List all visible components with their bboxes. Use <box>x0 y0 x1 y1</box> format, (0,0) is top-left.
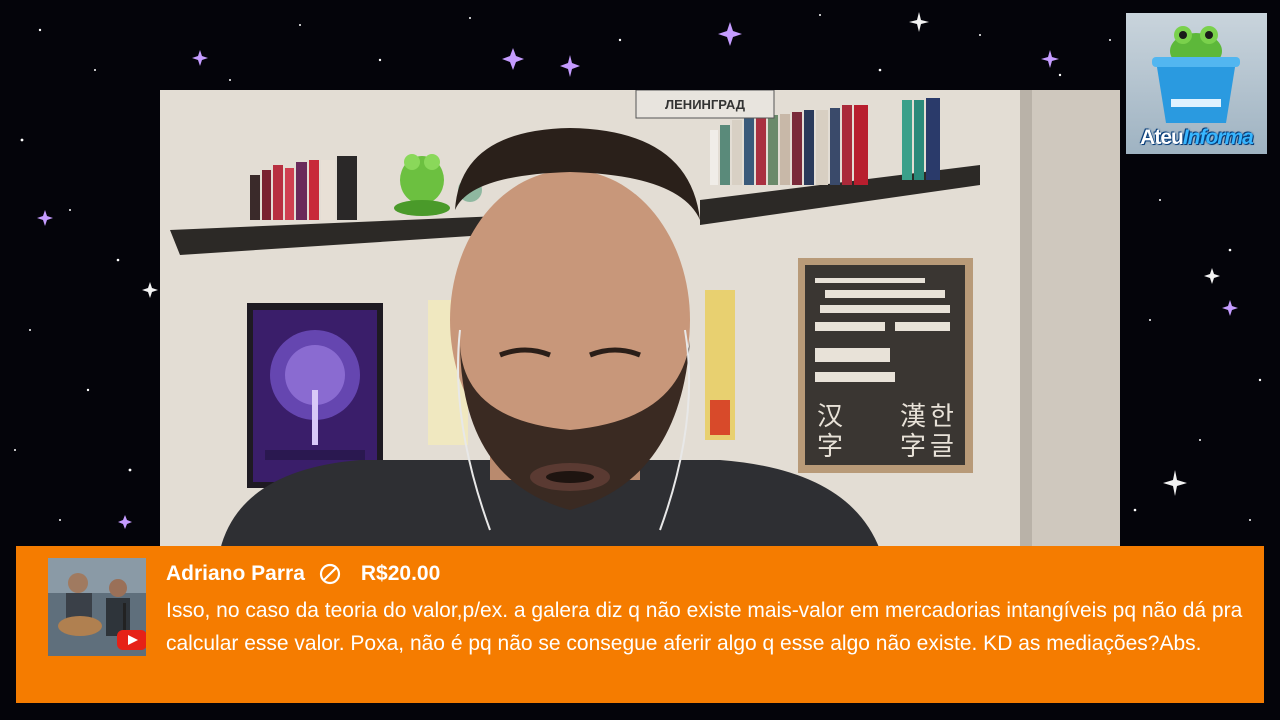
author-name[interactable]: Adriano Parra <box>166 562 305 586</box>
webcam-video: ЛЕНИНГРАД 汉字 漢字 한글 <box>160 90 1120 550</box>
svg-text:한: 한 <box>930 402 954 432</box>
superchat-header: Adriano Parra R$20.00 <box>166 562 440 586</box>
svg-text:字: 字 <box>817 432 843 462</box>
superchat-message: Isso, no caso da teoria do valor,p/ex. a… <box>166 599 1243 655</box>
svg-text:글: 글 <box>930 432 954 462</box>
youtube-icon <box>117 630 146 650</box>
sponsor-badge-icon <box>319 563 341 585</box>
svg-text:字: 字 <box>900 432 926 462</box>
poster-sign-text: ЛЕНИНГРАД <box>665 97 746 112</box>
channel-logo: AteuInforma <box>1126 13 1267 154</box>
logo-word-2: Informa <box>1182 126 1254 149</box>
logo-word-1: Ateu <box>1140 126 1184 149</box>
svg-text:漢: 漢 <box>900 402 926 432</box>
channel-logo-text: AteuInforma <box>1126 126 1267 150</box>
svg-text:汉: 汉 <box>817 402 843 432</box>
superchat-banner: Adriano Parra R$20.00 Isso, no caso da t… <box>16 546 1264 703</box>
superchat-amount: R$20.00 <box>360 562 441 585</box>
author-avatar <box>48 558 146 656</box>
